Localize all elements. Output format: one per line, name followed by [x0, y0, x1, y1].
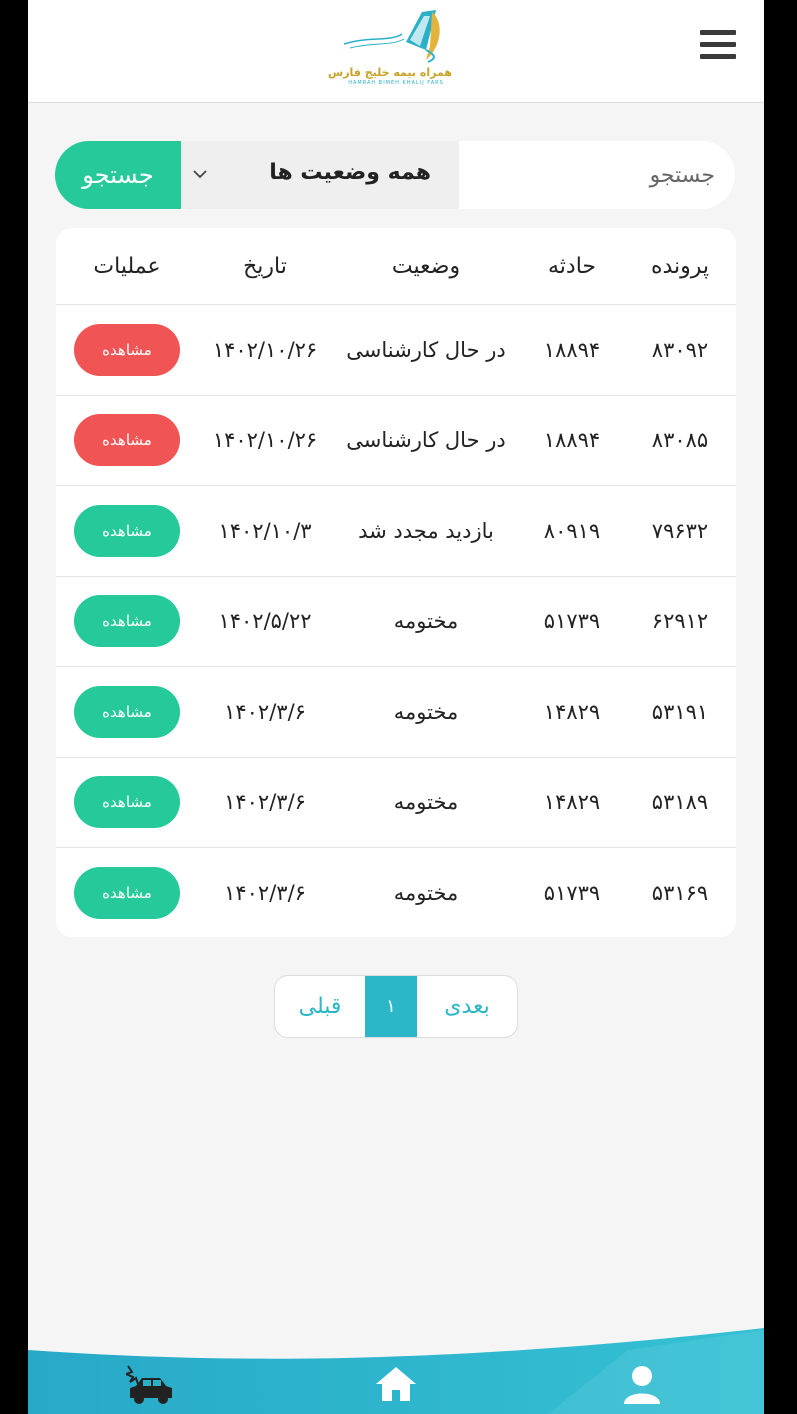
row-status: مختومه [393, 881, 459, 906]
row-date: ۱۴۰۲/۱۰/۳ [218, 518, 312, 543]
claims-table: پرونده حادثه وضعیت تاریخ عملیات ۸۳۰۹۲ ۱۸… [56, 228, 736, 937]
table-row: ۵۳۱۹۱ ۱۴۸۲۹ مختومه ۱۴۰۲/۳/۶ مشاهده [56, 667, 736, 758]
row-status: بازدید مجدد شد [358, 518, 494, 543]
search-button[interactable]: جستجو [55, 141, 181, 209]
table-row: ۶۲۹۱۲ ۵۱۷۳۹ مختومه ۱۴۰۲/۵/۲۲ مشاهده [56, 577, 736, 667]
logo-subtext: HAMRAH BIMEH KHALIJ FARS [348, 80, 444, 86]
row-file-number: ۵۳۱۹۱ [651, 699, 709, 724]
hamburger-menu-icon[interactable] [700, 30, 736, 64]
logo-text: همراه بیمه خلیج فارس [328, 66, 452, 79]
pagination-prev-button[interactable]: قبلی [275, 976, 365, 1037]
row-accident-number: ۵۱۷۳۹ [543, 609, 601, 634]
view-button[interactable]: مشاهده [74, 323, 180, 376]
table-row: ۸۳۰۸۵ ۱۸۸۹۴ در حال کارشناسی ۱۴۰۲/۱۰/۲۶ م… [56, 396, 736, 486]
bottom-navigation [28, 1320, 764, 1414]
view-button[interactable]: مشاهده [74, 685, 180, 738]
row-date: ۱۴۰۲/۳/۶ [224, 881, 306, 906]
car-accident-icon[interactable] [126, 1364, 176, 1406]
header-date: تاریخ [243, 253, 287, 279]
row-status: در حال کارشناسی [346, 428, 506, 453]
header-file: پرونده [650, 253, 710, 279]
table-row: ۸۳۰۹۲ ۱۸۸۹۴ در حال کارشناسی ۱۴۰۲/۱۰/۲۶ م… [56, 305, 736, 396]
table-row: ۷۹۶۳۲ ۸۰۹۱۹ بازدید مجدد شد ۱۴۰۲/۱۰/۳ مشا… [56, 486, 736, 577]
view-button[interactable]: مشاهده [74, 595, 180, 648]
row-status: در حال کارشناسی [346, 337, 506, 362]
row-status: مختومه [393, 790, 459, 815]
row-accident-number: ۱۴۸۲۹ [543, 790, 601, 815]
status-filter-value: همه وضعیت ها [269, 160, 431, 185]
row-file-number: ۷۹۶۳۲ [651, 518, 709, 543]
view-button[interactable]: مشاهده [74, 776, 180, 829]
row-accident-number: ۱۴۸۲۹ [543, 699, 601, 724]
header-operations: عملیات [93, 253, 161, 279]
view-button[interactable]: مشاهده [74, 867, 180, 920]
row-status: مختومه [393, 609, 459, 634]
row-accident-number: ۵۱۷۳۹ [543, 881, 601, 906]
row-date: ۱۴۰۲/۳/۶ [224, 699, 306, 724]
pagination: قبلی ۱ بعدی [274, 975, 518, 1038]
user-icon[interactable] [622, 1364, 662, 1406]
view-button[interactable]: مشاهده [74, 414, 180, 467]
brand-logo: همراه بیمه خلیج فارس HAMRAH BIMEH KHALIJ… [328, 6, 452, 88]
row-date: ۱۴۰۲/۳/۶ [224, 790, 306, 815]
row-date: ۱۴۰۲/۱۰/۲۶ [212, 337, 318, 362]
row-file-number: ۶۲۹۱۲ [651, 609, 709, 634]
row-file-number: ۵۳۱۶۹ [651, 881, 709, 906]
row-file-number: ۸۳۰۹۲ [651, 337, 709, 362]
home-icon[interactable] [373, 1364, 419, 1404]
table-row: ۵۳۱۸۹ ۱۴۸۲۹ مختومه ۱۴۰۲/۳/۶ مشاهده [56, 758, 736, 848]
header-status: وضعیت [391, 253, 461, 279]
row-status: مختومه [393, 699, 459, 724]
logo-emblem-icon [343, 10, 440, 63]
app-header: همراه بیمه خلیج فارس HAMRAH BIMEH KHALIJ… [28, 0, 764, 103]
app-screen: همراه بیمه خلیج فارس HAMRAH BIMEH KHALIJ… [28, 0, 764, 1414]
chevron-down-icon [193, 170, 207, 179]
row-file-number: ۵۳۱۸۹ [651, 790, 709, 815]
status-filter-select[interactable]: همه وضعیت ها [181, 141, 459, 209]
row-accident-number: ۸۰۹۱۹ [543, 518, 601, 543]
row-accident-number: ۱۸۸۹۴ [543, 337, 601, 362]
row-date: ۱۴۰۲/۱۰/۲۶ [212, 428, 318, 453]
table-row: ۵۳۱۶۹ ۵۱۷۳۹ مختومه ۱۴۰۲/۳/۶ مشاهده [56, 848, 736, 937]
row-file-number: ۸۳۰۸۵ [651, 428, 709, 453]
search-input[interactable] [459, 141, 735, 209]
table-header-row: پرونده حادثه وضعیت تاریخ عملیات [56, 228, 736, 305]
pagination-current-page[interactable]: ۱ [365, 976, 417, 1037]
search-bar: همه وضعیت ها جستجو [55, 141, 735, 209]
row-accident-number: ۱۸۸۹۴ [543, 428, 601, 453]
pagination-next-button[interactable]: بعدی [417, 976, 517, 1037]
row-date: ۱۴۰۲/۵/۲۲ [218, 609, 312, 634]
header-accident: حادثه [547, 253, 597, 279]
view-button[interactable]: مشاهده [74, 504, 180, 557]
